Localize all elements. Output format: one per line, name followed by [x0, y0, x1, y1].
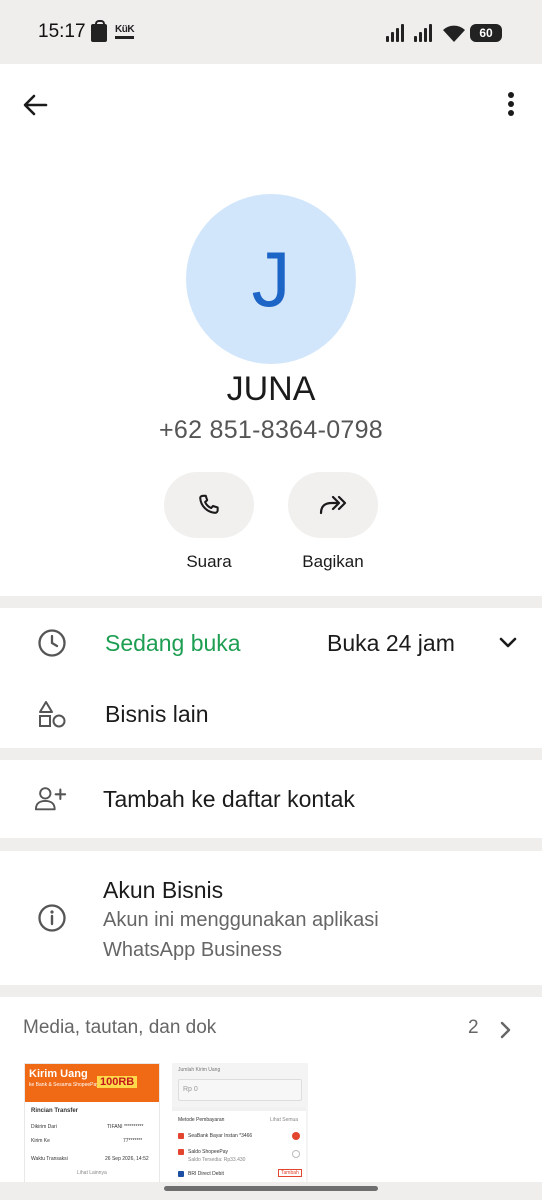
phone-icon: [199, 494, 219, 514]
business-account-description: Akun ini menggunakan aplikasi WhatsApp B…: [103, 905, 379, 965]
promo-banner: Kirim Uang ke Bank & Sesama ShopeePay 10…: [25, 1064, 159, 1102]
option-label: SeaBank Bayar Instan *3466: [188, 1133, 253, 1139]
banner-subtitle: ke Bank & Sesama ShopeePay: [29, 1082, 99, 1088]
contact-header: J JUNA +62 851-8364-0798 Suara Bagikan: [0, 64, 542, 596]
more-options-button[interactable]: [496, 88, 526, 120]
kk-app-icon: KüK: [115, 24, 135, 39]
clock-icon: [36, 627, 68, 659]
option-label: Saldo ShopeePay: [188, 1149, 229, 1155]
business-account-card: Akun Bisnis Akun ini menggunakan aplikas…: [0, 851, 542, 985]
open-status: Sedang buka: [105, 630, 241, 656]
back-button[interactable]: [18, 90, 52, 120]
avatar[interactable]: J: [186, 194, 356, 364]
contact-name: JUNA: [226, 370, 316, 408]
add-person-icon: [34, 783, 66, 815]
amount-input: Rp 0: [178, 1079, 302, 1101]
media-thumbnail[interactable]: Kirim Uang ke Bank & Sesama ShopeePay 10…: [24, 1063, 160, 1182]
business-info-card: Sedang buka Buka 24 jam Bisnis lain: [0, 608, 542, 748]
navigation-handle[interactable]: [164, 1186, 378, 1191]
media-thumbnail[interactable]: Jumlah Kirim Uang Rp 0 Metode Pembayaran…: [172, 1063, 308, 1182]
media-count[interactable]: 2: [468, 1017, 479, 1039]
business-account-title: Akun Bisnis: [103, 877, 224, 903]
media-title[interactable]: Media, tautan, dan dok: [23, 1017, 216, 1039]
amount-value: Rp 0: [183, 1086, 198, 1093]
payment-methods: Metode Pembayaran Lihat Semua SeaBank Ba…: [172, 1107, 306, 1182]
more-vertical-icon: [508, 92, 514, 116]
from-label: Dikirim Dari: [31, 1124, 57, 1130]
to-value: 77*******: [123, 1138, 143, 1144]
share-forward-icon: [319, 495, 347, 515]
business-account-description-line: WhatsApp Business: [103, 939, 282, 961]
shopeepay-icon: [178, 1149, 184, 1155]
voice-call-label: Suara: [186, 552, 232, 571]
add-contact-row[interactable]: Tambah ke daftar kontak: [0, 760, 542, 838]
time-label: Waktu Transaksi: [31, 1156, 68, 1162]
to-label: Kirim Ke: [31, 1138, 50, 1144]
business-hours-text[interactable]: Buka 24 jam: [327, 630, 455, 657]
wifi-icon: [443, 25, 465, 42]
bri-icon: [178, 1171, 184, 1177]
battery-icon: 60: [470, 24, 502, 42]
status-time: 15:17: [38, 21, 86, 42]
chevron-down-icon[interactable]: [492, 627, 524, 659]
option-label: BRI Direct Debit: [188, 1171, 224, 1177]
radio-empty-icon: [292, 1150, 300, 1158]
shopping-bag-icon: [91, 20, 107, 42]
add-contact-label: Tambah ke daftar kontak: [103, 786, 355, 812]
from-value: TIFANI **********: [107, 1124, 144, 1130]
signal-icon: [414, 24, 432, 42]
signal-icon: [386, 24, 404, 42]
transfer-title: Rincian Transfer: [31, 1108, 79, 1114]
amount-label: Jumlah Kirim Uang: [178, 1067, 221, 1073]
method-all: Lihat Semua: [270, 1117, 299, 1123]
share-label: Bagikan: [302, 552, 364, 571]
share-button[interactable]: [288, 472, 378, 538]
shapes-icon: [36, 698, 68, 730]
arrow-back-icon: [23, 94, 48, 116]
method-label: Metode Pembayaran: [178, 1117, 225, 1123]
media-section: Media, tautan, dan dok 2 Kirim Uang ke B…: [0, 997, 542, 1182]
business-account-description-line: Akun ini menggunakan aplikasi: [103, 909, 379, 931]
contact-phone: +62 851-8364-0798: [158, 416, 384, 444]
radio-selected-icon: [292, 1132, 300, 1140]
status-bar: 15:17 KüK 60: [0, 0, 542, 64]
other-business-link[interactable]: Bisnis lain: [105, 701, 209, 728]
time-value: 26 Sep 2026, 14:52: [105, 1156, 149, 1162]
more-link: Lihat Lainnya: [77, 1170, 107, 1176]
voice-call-button[interactable]: [164, 472, 254, 538]
add-tag: Tambah: [278, 1169, 302, 1177]
info-icon: [36, 902, 68, 934]
banner-title: Kirim Uang: [29, 1068, 88, 1080]
option-sublabel: Saldo Tersedia: Rp33.430: [188, 1157, 246, 1163]
chevron-right-icon[interactable]: [490, 1014, 522, 1046]
banner-amount: 100RB: [97, 1076, 138, 1088]
seabank-icon: [178, 1133, 184, 1139]
